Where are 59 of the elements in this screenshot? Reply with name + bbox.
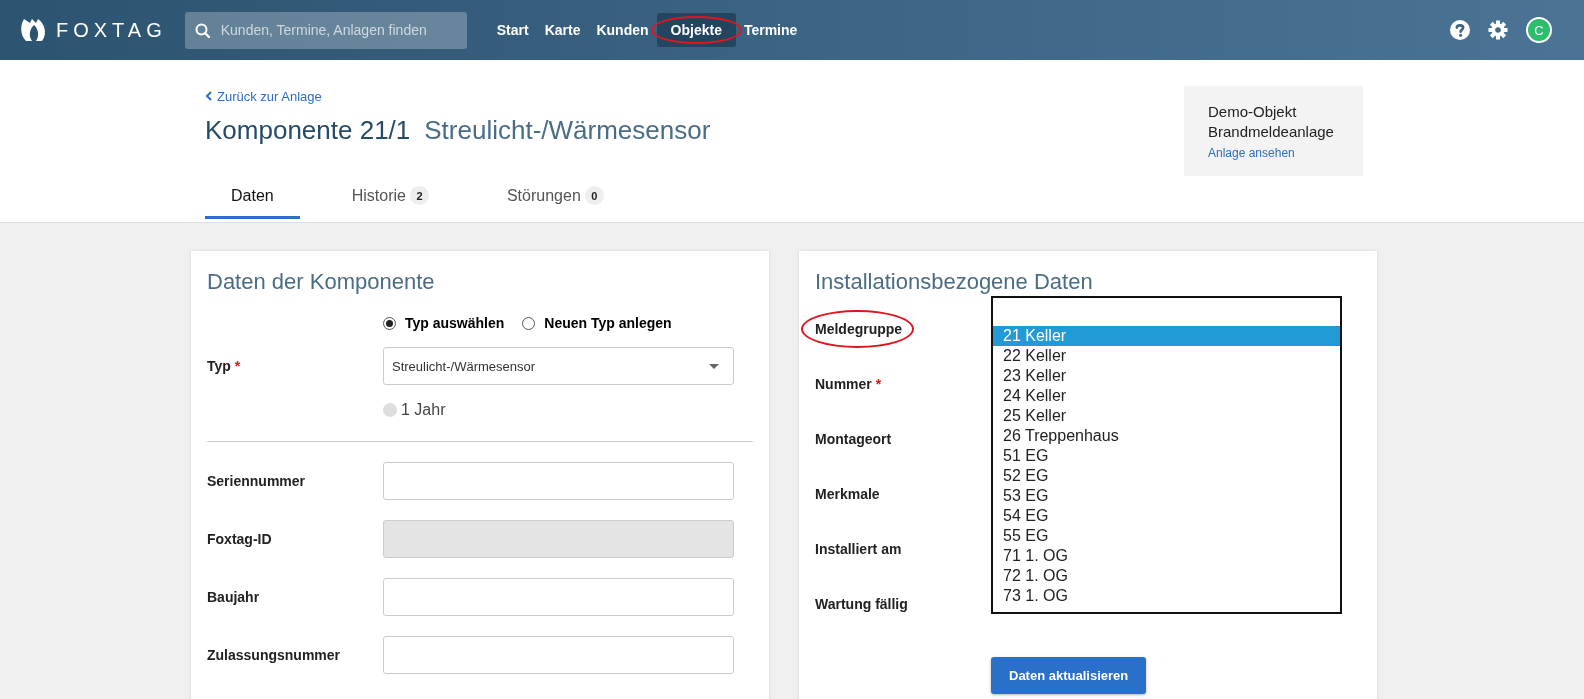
input-field[interactable] (383, 462, 734, 500)
dropdown-option[interactable]: 51 EG (993, 446, 1340, 466)
caret-icon (709, 363, 719, 369)
type-select[interactable]: Streulicht-/Wärmesensor (383, 347, 734, 385)
radio-option[interactable]: Typ auswählen (383, 315, 505, 331)
field-label: Meldegruppe (815, 320, 903, 337)
dropdown-list[interactable]: 21 Keller 22 Keller 23 Keller 24 Keller 25 Keller 26 Treppenhaus 51 EG 52 EG 53 EG 54 EG 55 EG 71 1. OG 72 1. OG 73 1. OG (991, 296, 1342, 614)
field-label: Montageort (815, 430, 892, 447)
dropdown-option[interactable]: 53 EG (993, 486, 1340, 506)
required-mark: * (234, 358, 241, 374)
field-label: Merkmale (815, 485, 880, 502)
dropdown-option[interactable]: 54 EG (993, 506, 1340, 526)
back-link[interactable]: Zurück zur Anlage (205, 88, 322, 104)
tab[interactable]: Störungen 0 (480, 175, 630, 219)
dropdown-option[interactable]: 24 Keller (993, 386, 1340, 406)
nav-link[interactable]: Karte (536, 13, 589, 47)
search-icon (194, 22, 210, 38)
field-label: Wartung fällig (815, 595, 908, 612)
input-field[interactable] (383, 636, 734, 674)
dropdown-option[interactable]: 73 1. OG (993, 586, 1340, 606)
logo-text: FOXTAG (56, 18, 167, 42)
count-badge: 2 (409, 186, 429, 205)
dropdown-option[interactable]: 23 Keller (993, 366, 1340, 386)
field-label: Baujahr (207, 589, 261, 605)
nav-link[interactable]: Objekte (656, 13, 736, 47)
field-label: Seriennummer (207, 473, 307, 489)
page-title: Komponente 21/1 (205, 115, 411, 146)
dropdown-option[interactable]: 71 1. OG (993, 546, 1340, 566)
field-label: Installiert am (815, 540, 902, 557)
radio-option[interactable]: Neuen Typ anlegen (522, 315, 672, 331)
page-subtitle: Streulicht-/Wärmesensor (424, 115, 711, 146)
nav-link[interactable]: Termine (735, 13, 806, 47)
tab[interactable]: Daten (205, 175, 300, 219)
object-type: Brandmeldeanlage (1208, 122, 1335, 142)
dropdown-option[interactable]: 26 Treppenhaus (993, 426, 1340, 446)
dropdown-option[interactable]: 55 EG (993, 526, 1340, 546)
field-label: Typ (207, 358, 231, 374)
settings-icon[interactable] (1488, 20, 1508, 40)
update-button[interactable]: Daten aktualisieren (991, 657, 1147, 694)
field-label: Foxtag-ID (207, 531, 273, 547)
view-link[interactable]: Anlage ansehen (1208, 146, 1295, 160)
help-icon[interactable] (1450, 20, 1470, 40)
interval-label: 1 Jahr (401, 401, 446, 419)
nav-link[interactable]: Kunden (588, 13, 657, 47)
dropdown-option[interactable]: 72 1. OG (993, 566, 1340, 586)
required-mark: * (875, 375, 882, 392)
nav-link[interactable]: Start (488, 13, 537, 47)
field-label: Zulassungsnummer (207, 647, 342, 663)
dropdown-option[interactable]: 25 Keller (993, 406, 1340, 426)
panel-title: Installationsbezogene Daten (815, 269, 1094, 295)
input-field[interactable] (383, 578, 734, 616)
object-name: Demo-Objekt (1208, 102, 1298, 122)
dropdown-option[interactable]: 22 Keller (993, 346, 1340, 366)
field-label: Nummer (815, 375, 872, 392)
tab[interactable]: Historie 2 (325, 175, 455, 219)
chevron-left-icon (205, 91, 213, 101)
panel-title: Daten der Komponente (207, 269, 436, 295)
count-badge: 0 (584, 186, 604, 205)
dropdown-option[interactable]: 52 EG (993, 466, 1340, 486)
